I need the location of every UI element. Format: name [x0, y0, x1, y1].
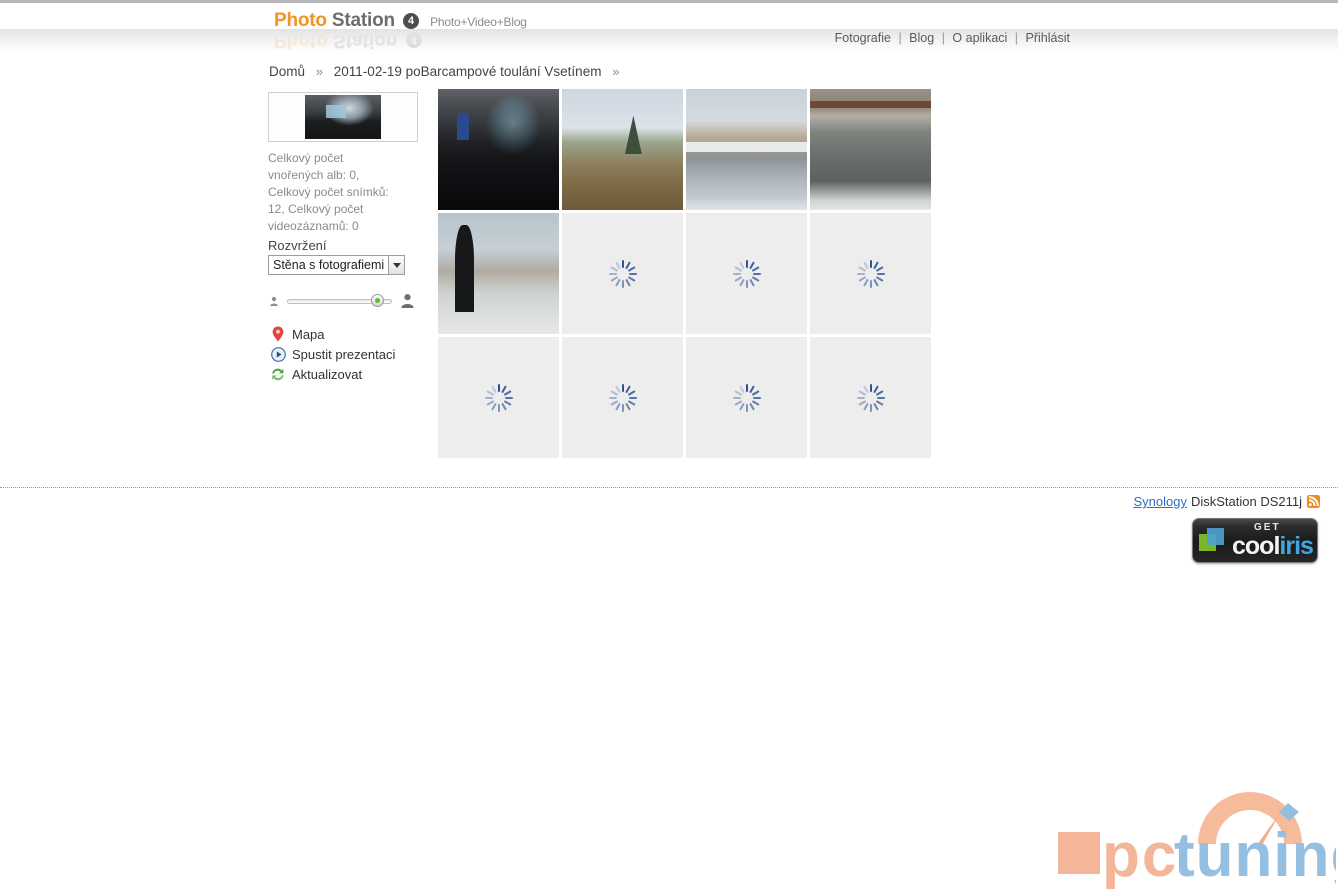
- action-label-aktualizovat: Aktualizovat: [292, 366, 363, 382]
- photo-tile[interactable]: [686, 89, 807, 210]
- cooliris-text-block: GET cooliris: [1232, 522, 1314, 560]
- nav-link-o-aplikaci[interactable]: O aplikaci: [952, 31, 1007, 45]
- rss-feed-icon[interactable]: [1307, 495, 1320, 508]
- photo-tile-loading[interactable]: [562, 337, 683, 458]
- nav-separator: |: [898, 31, 902, 45]
- photo-tile-loading[interactable]: [810, 213, 931, 334]
- breadcrumb: Domů » 2011-02-19 poBarcampové toulání V…: [269, 64, 626, 79]
- cooliris-word-cool: cool: [1232, 531, 1280, 560]
- large-person-icon: [401, 294, 414, 308]
- cooliris-wordmark: cooliris: [1232, 531, 1314, 560]
- album-statistics-text: Celkový počet vnořených alb: 0, Celkový …: [268, 151, 389, 233]
- photo-tile-loading[interactable]: [562, 213, 683, 334]
- pctuning-watermark: pc tuning: [1058, 792, 1336, 890]
- synology-link[interactable]: Synology: [1133, 494, 1186, 509]
- layout-label: Rozvržení: [268, 238, 327, 253]
- slider-handle[interactable]: [371, 293, 384, 307]
- header-reflection-gradient: [0, 29, 1338, 53]
- photo-tile-loading[interactable]: [810, 337, 931, 458]
- loading-spinner-icon: [732, 259, 762, 289]
- nav-link-fotografie[interactable]: Fotografie: [835, 31, 891, 45]
- photo-thumbnail: [438, 213, 559, 334]
- map-pin-icon: [269, 325, 287, 343]
- nav-separator: |: [941, 31, 945, 45]
- logo-tagline: Photo+Video+Blog: [430, 15, 527, 29]
- device-model-label: DiskStation DS211j: [1190, 494, 1302, 509]
- breadcrumb-chevron-icon: »: [315, 64, 324, 79]
- photo-thumbnail: [562, 89, 683, 210]
- nav-link-prihlasit[interactable]: Přihlásit: [1026, 31, 1070, 45]
- cooliris-blue-square: [1207, 527, 1224, 545]
- watermark-text-tuning: tuning: [1174, 821, 1336, 890]
- get-cooliris-badge[interactable]: GET cooliris: [1192, 518, 1318, 563]
- breadcrumb-chevron-icon: »: [612, 64, 620, 79]
- breadcrumb-item-home[interactable]: Domů: [269, 64, 305, 79]
- photo-tile-loading[interactable]: [438, 337, 559, 458]
- action-link-mapa[interactable]: Mapa: [269, 324, 439, 344]
- photo-tile[interactable]: [562, 89, 683, 210]
- photo-tile-loading[interactable]: [686, 213, 807, 334]
- album-cover-thumbnail: [305, 95, 381, 139]
- cooliris-squares-icon: [1199, 526, 1229, 556]
- photo-station-logo[interactable]: Photo Station 4 Photo+Video+Blog: [274, 10, 527, 32]
- loading-spinner-icon: [484, 383, 514, 413]
- loading-spinner-icon: [732, 383, 762, 413]
- photo-tile[interactable]: [438, 89, 559, 210]
- breadcrumb-item-album[interactable]: 2011-02-19 poBarcampové toulání Vsetínem: [334, 64, 602, 79]
- small-person-icon: [270, 296, 278, 306]
- album-cover-frame[interactable]: [268, 92, 418, 142]
- footer-brand: Synology DiskStation DS211j: [1133, 494, 1320, 509]
- refresh-icon: [269, 365, 287, 383]
- logo-version-badge: 4: [403, 13, 420, 29]
- photo-tile-loading[interactable]: [686, 337, 807, 458]
- photo-tile[interactable]: [438, 213, 559, 334]
- loading-spinner-icon: [856, 383, 886, 413]
- loading-spinner-icon: [608, 259, 638, 289]
- footer-divider: [0, 487, 1338, 488]
- photo-grid: [438, 89, 1054, 458]
- thumbnail-size-slider-row: [268, 292, 416, 309]
- layout-select[interactable]: Stěna s fotografiemi: [268, 255, 406, 275]
- watermark-text-pc: pc: [1102, 821, 1178, 890]
- logo-word-station: Station: [331, 10, 395, 31]
- action-link-aktualizovat[interactable]: Aktualizovat: [269, 364, 439, 384]
- album-sidebar: Celkový počet vnořených alb: 0, Celkový …: [268, 92, 420, 309]
- loading-spinner-icon: [608, 383, 638, 413]
- header-band: [0, 3, 1338, 29]
- action-link-spustit-prezentaci[interactable]: Spustit prezentaci: [269, 344, 439, 364]
- photo-thumbnail: [438, 89, 559, 210]
- nav-link-blog[interactable]: Blog: [909, 31, 934, 45]
- photo-thumbnail: [686, 89, 807, 210]
- chevron-down-icon[interactable]: [388, 256, 405, 274]
- nav-separator: |: [1014, 31, 1019, 45]
- album-action-list: Mapa Spustit prezentaci Aktualizovat: [269, 324, 439, 384]
- photo-tile[interactable]: [810, 89, 931, 210]
- action-label-spustit-prezentaci: Spustit prezentaci: [292, 346, 396, 362]
- layout-select-value: Stěna s fotografiemi: [273, 258, 385, 272]
- logo-word-photo: Photo: [274, 10, 327, 31]
- play-circle-icon: [269, 345, 287, 363]
- cooliris-word-iris: iris: [1279, 531, 1314, 560]
- thumbnail-size-slider[interactable]: [287, 293, 392, 308]
- action-label-mapa: Mapa: [292, 326, 325, 342]
- loading-spinner-icon: [856, 259, 886, 289]
- photo-thumbnail: [810, 89, 931, 210]
- top-navigation: Fotografie | Blog | O aplikaci | Přihlás…: [835, 31, 1070, 45]
